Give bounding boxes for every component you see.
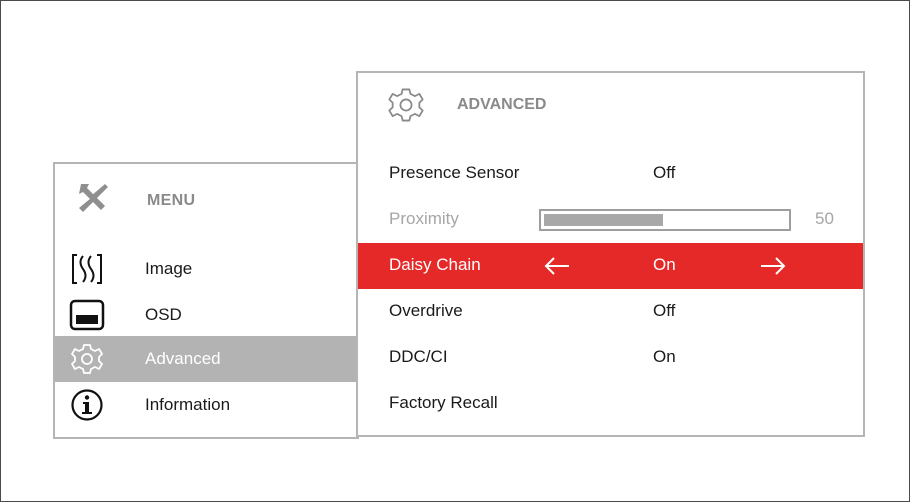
arrow-left-icon[interactable] [542,253,572,279]
proximity-slider [539,209,791,231]
main-menu-header: MENU [55,164,359,234]
image-waves-icon [72,254,102,284]
menu-item-osd[interactable]: OSD [55,292,359,338]
menu-item-label: Information [145,395,231,414]
menu-item-information[interactable]: Information [55,382,359,428]
menu-item-advanced[interactable]: Advanced [55,336,359,382]
menu-item-label: Advanced [145,349,221,368]
setting-name: Proximity [389,209,459,228]
setting-name: Factory Recall [389,393,498,412]
submenu-header: ADVANCED [358,73,863,143]
factory-recall-row[interactable]: Factory Recall [358,381,863,427]
osd-screen: MENU Image OSD Advanced Information ADVA… [0,0,910,502]
advanced-submenu-panel: ADVANCED Presence Sensor Off Proximity 5… [356,71,865,437]
setting-value: On [653,255,676,274]
main-menu-title: MENU [147,192,196,209]
ddc-ci-row[interactable]: DDC/CI On [358,335,863,381]
proximity-row: Proximity 50 [358,197,863,243]
setting-name: Daisy Chain [389,255,481,274]
gear-icon [388,88,424,122]
setting-name: Presence Sensor [389,163,520,182]
setting-value: Off [653,163,676,182]
setting-value: Off [653,301,676,320]
main-menu-panel: MENU Image OSD Advanced Information [53,162,359,439]
submenu-title: ADVANCED [457,96,547,113]
overdrive-row[interactable]: Overdrive Off [358,289,863,335]
menu-item-label: OSD [145,305,182,324]
gear-icon [71,344,103,374]
setting-value: On [653,347,676,366]
tools-icon [79,184,108,212]
proximity-value: 50 [815,209,834,228]
menu-item-label: Image [145,259,193,278]
setting-name: DDC/CI [389,347,448,366]
setting-name: Overdrive [389,301,463,320]
presence-sensor-row[interactable]: Presence Sensor Off [358,151,863,197]
proximity-slider-fill [544,214,663,226]
osd-window-icon [69,299,105,331]
arrow-right-icon[interactable] [758,253,788,279]
info-icon [71,389,103,421]
menu-item-image[interactable]: Image [55,246,359,292]
daisy-chain-row[interactable]: Daisy Chain On [358,243,863,289]
